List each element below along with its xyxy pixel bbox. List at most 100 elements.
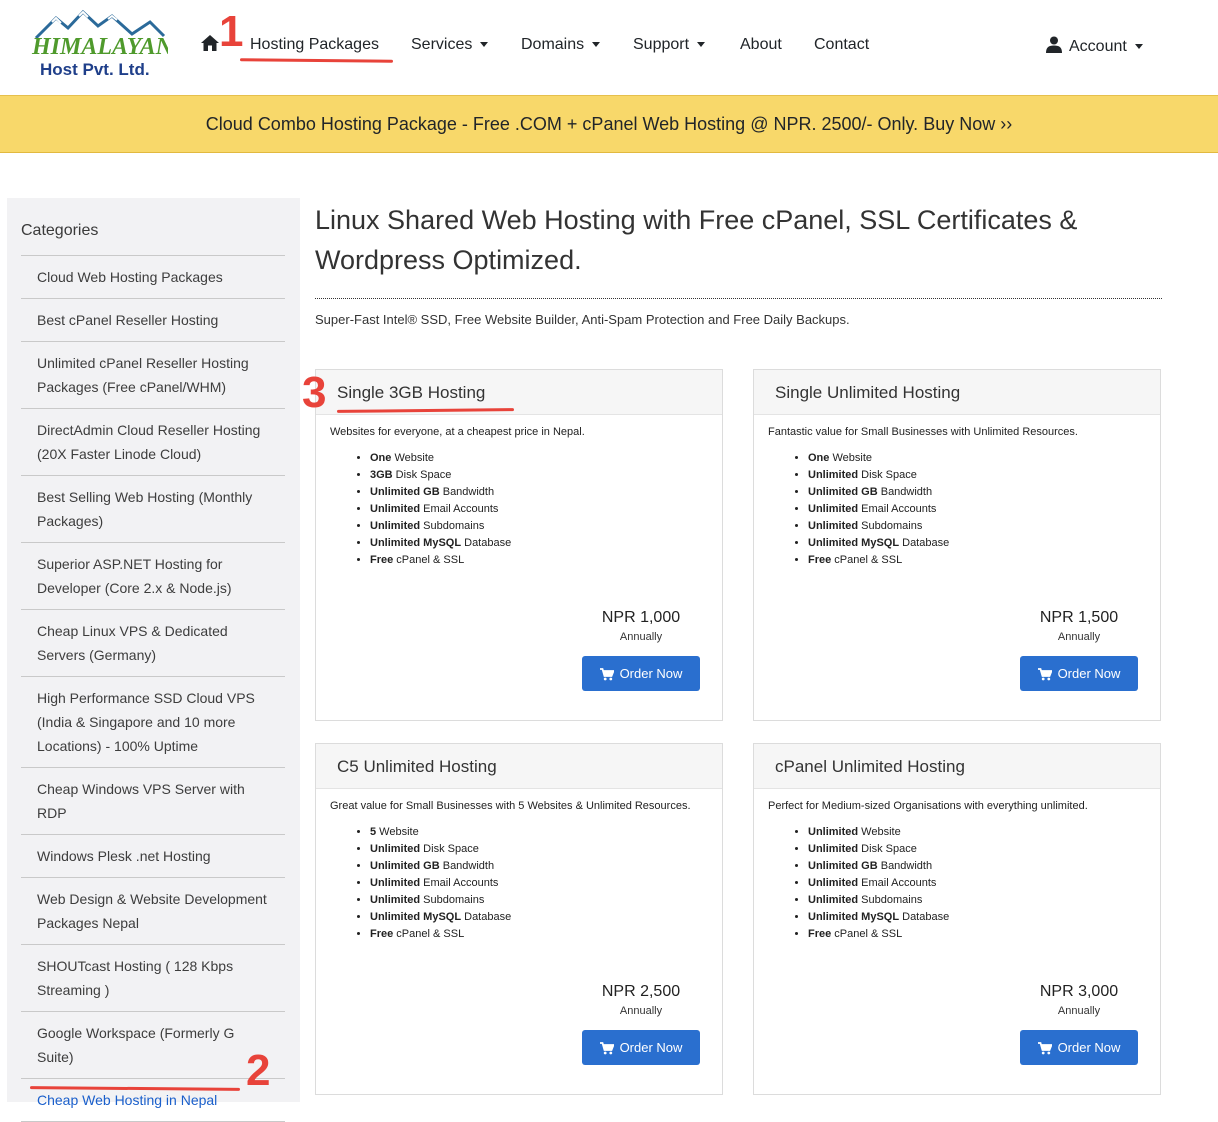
sidebar-item-unlimited-cpanel-reseller[interactable]: Unlimited cPanel Reseller Hosting Packag… bbox=[21, 342, 285, 409]
feature-list: One Website Unlimited Disk Space Unlimit… bbox=[794, 450, 949, 569]
feature-list: Unlimited Website Unlimited Disk Space U… bbox=[794, 824, 949, 943]
logo-mountains: HIMALAYAN Host Pvt. Ltd. bbox=[31, 9, 175, 79]
feature-item: Unlimited MySQL Database bbox=[808, 909, 949, 926]
nav-contact[interactable]: Contact bbox=[814, 36, 869, 54]
feature-item: Unlimited Website bbox=[808, 824, 949, 841]
logo-text-2: Host Pvt. Ltd. bbox=[40, 60, 150, 79]
billing-cycle: Annually bbox=[619, 631, 663, 643]
annotation-number-2: 2 bbox=[246, 1046, 271, 1095]
feature-item: Unlimited Subdomains bbox=[370, 892, 511, 909]
package-card: Single Unlimited Hosting Fantastic value… bbox=[753, 369, 1161, 721]
chevron-down-icon bbox=[592, 42, 601, 48]
feature-item: Unlimited Disk Space bbox=[808, 841, 949, 858]
cart-icon bbox=[599, 668, 614, 681]
feature-item: Unlimited Subdomains bbox=[808, 518, 949, 535]
order-now-button[interactable]: Order Now bbox=[582, 656, 700, 691]
page-subtitle: Super-Fast Intel® SSD, Free Website Buil… bbox=[315, 312, 850, 327]
promo-banner[interactable]: Cloud Combo Hosting Package - Free .COM … bbox=[0, 95, 1218, 153]
brand-logo[interactable]: HIMALAYAN Host Pvt. Ltd. bbox=[28, 8, 175, 80]
sidebar-item-cloud-web-hosting[interactable]: Cloud Web Hosting Packages bbox=[21, 256, 285, 299]
sidebar-item-shoutcast[interactable]: SHOUTcast Hosting ( 128 Kbps Streaming ) bbox=[21, 945, 285, 1012]
promo-banner-text[interactable]: Cloud Combo Hosting Package - Free .COM … bbox=[206, 114, 1012, 134]
feature-item: Unlimited Subdomains bbox=[370, 518, 511, 535]
feature-item: Unlimited Disk Space bbox=[808, 467, 949, 484]
nav-hosting-packages[interactable]: Hosting Packages bbox=[250, 36, 379, 54]
package-card: C5 Unlimited Hosting Great value for Sma… bbox=[315, 743, 723, 1095]
cart-icon bbox=[1037, 668, 1052, 681]
nav-domains[interactable]: Domains bbox=[521, 36, 601, 54]
order-now-button[interactable]: Order Now bbox=[582, 1030, 700, 1065]
billing-cycle: Annually bbox=[619, 1005, 663, 1017]
feature-item: Unlimited Email Accounts bbox=[808, 875, 949, 892]
home-icon[interactable] bbox=[200, 34, 220, 57]
package-card: cPanel Unlimited Hosting Perfect for Med… bbox=[753, 743, 1161, 1095]
user-icon bbox=[1046, 36, 1062, 53]
feature-item: Unlimited GB Bandwidth bbox=[808, 484, 949, 501]
cart-icon bbox=[599, 1042, 614, 1055]
package-name: cPanel Unlimited Hosting bbox=[754, 744, 1160, 789]
feature-item: Unlimited Disk Space bbox=[370, 841, 511, 858]
feature-item: Unlimited GB Bandwidth bbox=[370, 484, 511, 501]
feature-item: Unlimited MySQL Database bbox=[370, 535, 511, 552]
category-list: Cloud Web Hosting Packages Best cPanel R… bbox=[21, 255, 285, 1122]
feature-item: Free cPanel & SSL bbox=[808, 926, 949, 943]
sidebar-item-windows-plesk[interactable]: Windows Plesk .net Hosting bbox=[21, 835, 285, 878]
feature-item: Unlimited MySQL Database bbox=[808, 535, 949, 552]
package-price: NPR 3,000 bbox=[1039, 983, 1119, 1000]
feature-item: 3GB Disk Space bbox=[370, 467, 511, 484]
sidebar-item-ssd-cloud-vps[interactable]: High Performance SSD Cloud VPS (India & … bbox=[21, 677, 285, 768]
cart-icon bbox=[1037, 1042, 1052, 1055]
page-title: Linux Shared Web Hosting with Free cPane… bbox=[315, 205, 1078, 275]
feature-item: Free cPanel & SSL bbox=[370, 926, 511, 943]
sidebar-item-linux-vps[interactable]: Cheap Linux VPS & Dedicated Servers (Ger… bbox=[21, 610, 285, 677]
package-name: Single 3GB Hosting bbox=[316, 370, 722, 415]
feature-item: Free cPanel & SSL bbox=[808, 552, 949, 569]
billing-cycle: Annually bbox=[1057, 1005, 1101, 1017]
site-header: HIMALAYAN Host Pvt. Ltd. Hosting Package… bbox=[0, 0, 1218, 95]
sidebar-item-cpanel-reseller[interactable]: Best cPanel Reseller Hosting bbox=[21, 299, 285, 342]
sidebar-item-aspnet-hosting[interactable]: Superior ASP.NET Hosting for Developer (… bbox=[21, 543, 285, 610]
feature-list: One Website 3GB Disk Space Unlimited GB … bbox=[356, 450, 511, 569]
package-description: Fantastic value for Small Businesses wit… bbox=[768, 426, 1078, 438]
annotation-number-1: 1 bbox=[219, 7, 244, 56]
account-menu[interactable]: Account bbox=[1046, 36, 1143, 56]
package-price: NPR 1,000 bbox=[601, 609, 681, 626]
chevron-down-icon bbox=[1134, 44, 1143, 50]
feature-item: Unlimited Email Accounts bbox=[808, 501, 949, 518]
package-price: NPR 2,500 bbox=[601, 983, 681, 1000]
sidebar-item-windows-vps[interactable]: Cheap Windows VPS Server with RDP bbox=[21, 768, 285, 835]
feature-item: One Website bbox=[370, 450, 511, 467]
sidebar-title: Categories bbox=[21, 222, 99, 239]
sidebar-item-best-selling-hosting[interactable]: Best Selling Web Hosting (Monthly Packag… bbox=[21, 476, 285, 543]
feature-item: 5 Website bbox=[370, 824, 511, 841]
logo-text-1: HIMALAYAN bbox=[31, 34, 168, 60]
sidebar-item-directadmin-reseller[interactable]: DirectAdmin Cloud Reseller Hosting (20X … bbox=[21, 409, 285, 476]
feature-item: Unlimited Email Accounts bbox=[370, 501, 511, 518]
package-description: Perfect for Medium-sized Organisations w… bbox=[768, 800, 1088, 812]
nav-support[interactable]: Support bbox=[633, 36, 706, 54]
chevron-down-icon bbox=[480, 42, 489, 48]
sidebar-item-web-design[interactable]: Web Design & Website Development Package… bbox=[21, 878, 285, 945]
package-description: Great value for Small Businesses with 5 … bbox=[330, 800, 691, 812]
categories-sidebar: Categories Cloud Web Hosting Packages Be… bbox=[7, 198, 300, 1122]
order-now-button[interactable]: Order Now bbox=[1020, 1030, 1138, 1065]
feature-list: 5 Website Unlimited Disk Space Unlimited… bbox=[356, 824, 511, 943]
nav-about[interactable]: About bbox=[740, 36, 782, 54]
nav-services[interactable]: Services bbox=[411, 36, 489, 54]
package-name: C5 Unlimited Hosting bbox=[316, 744, 722, 789]
title-divider bbox=[315, 298, 1162, 299]
package-price: NPR 1,500 bbox=[1039, 609, 1119, 626]
feature-item: Unlimited MySQL Database bbox=[370, 909, 511, 926]
order-now-button[interactable]: Order Now bbox=[1020, 656, 1138, 691]
package-description: Websites for everyone, at a cheapest pri… bbox=[330, 426, 585, 438]
annotation-number-3: 3 bbox=[302, 368, 327, 417]
feature-item: Unlimited GB Bandwidth bbox=[370, 858, 511, 875]
feature-item: Free cPanel & SSL bbox=[370, 552, 511, 569]
feature-item: One Website bbox=[808, 450, 949, 467]
chevron-down-icon bbox=[697, 42, 706, 48]
feature-item: Unlimited Subdomains bbox=[808, 892, 949, 909]
billing-cycle: Annually bbox=[1057, 631, 1101, 643]
package-name: Single Unlimited Hosting bbox=[754, 370, 1160, 415]
package-card: Single 3GB Hosting Websites for everyone… bbox=[315, 369, 723, 721]
feature-item: Unlimited GB Bandwidth bbox=[808, 858, 949, 875]
